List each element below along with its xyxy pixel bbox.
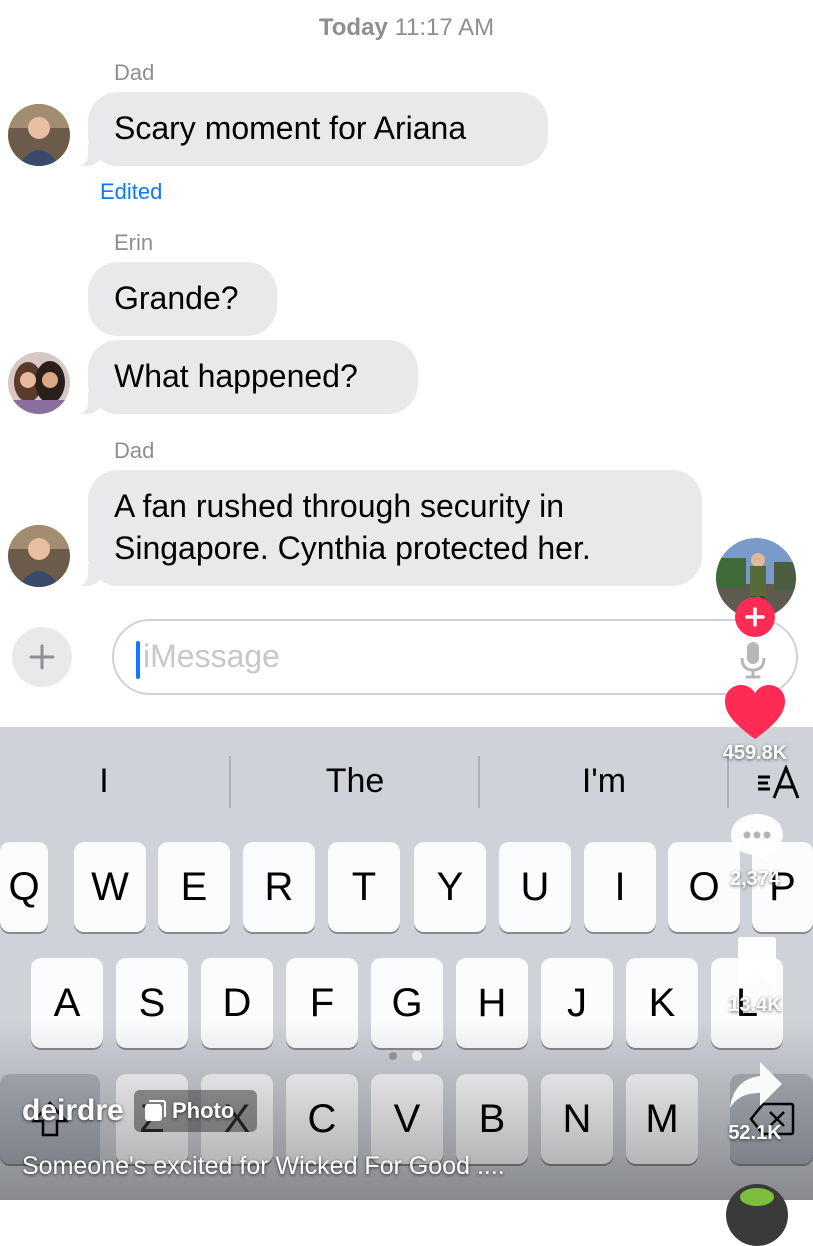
- bookmark-icon: [738, 937, 776, 988]
- suggestion-3[interactable]: I'm: [504, 762, 704, 801]
- message-bubble[interactable]: What happened?: [75, 340, 418, 414]
- suggestion-divider: [478, 756, 480, 808]
- key-w[interactable]: W: [74, 842, 146, 932]
- post-type-label: Photo: [172, 1098, 235, 1123]
- comment-icon: [731, 814, 783, 863]
- music-disc[interactable]: [726, 1184, 788, 1246]
- avatar-dad[interactable]: [8, 525, 70, 587]
- save-count: 13.4K: [728, 994, 782, 1016]
- suggestion-1[interactable]: I: [4, 762, 204, 801]
- sender-name: Erin: [114, 230, 154, 255]
- key-t[interactable]: T: [328, 842, 400, 932]
- suggestion-divider: [229, 756, 231, 808]
- creator-username[interactable]: deirdre: [22, 1094, 124, 1128]
- post-caption[interactable]: Someone's excited for Wicked For Good ..…: [22, 1152, 505, 1181]
- message-bubble[interactable]: Scary moment for Ariana: [75, 92, 548, 166]
- add-attachment-button[interactable]: [12, 627, 72, 687]
- share-arrow-icon: [730, 1062, 782, 1108]
- message-timestamp: Today 11:17 AM: [0, 14, 813, 42]
- message-text: What happened?: [114, 358, 358, 395]
- like-button[interactable]: [723, 683, 787, 743]
- plus-icon: [29, 644, 55, 670]
- plus-icon: [745, 607, 765, 627]
- like-count: 459.8K: [722, 742, 788, 764]
- avatar-dad[interactable]: [8, 104, 70, 166]
- edited-label[interactable]: Edited: [100, 179, 162, 205]
- photo-icon: [145, 1100, 166, 1121]
- key-u[interactable]: U: [499, 842, 571, 932]
- timestamp-time: 11:17 AM: [394, 14, 495, 41]
- text-cursor: [136, 641, 140, 679]
- key-r[interactable]: R: [243, 842, 315, 932]
- share-count: 52.1K: [728, 1122, 782, 1144]
- post-type-badge: Photo: [134, 1090, 257, 1132]
- microphone-icon[interactable]: [738, 640, 768, 680]
- sender-name: Dad: [114, 438, 155, 463]
- message-bubble[interactable]: Grande?: [88, 262, 277, 336]
- key-e[interactable]: E: [158, 842, 230, 932]
- key-q[interactable]: Q: [0, 842, 48, 932]
- message-text: A fan rushed through security in Singapo…: [114, 488, 591, 566]
- share-button[interactable]: [728, 1058, 784, 1112]
- message-input-placeholder: iMessage: [143, 638, 280, 674]
- key-y[interactable]: Y: [414, 842, 486, 932]
- save-button[interactable]: [734, 936, 780, 990]
- heart-icon: [725, 685, 785, 739]
- message-bubble[interactable]: A fan rushed through security in Singapo…: [75, 470, 702, 586]
- avatar-erin[interactable]: [8, 352, 70, 414]
- message-text: Grande?: [114, 280, 239, 317]
- sender-name: Dad: [114, 60, 155, 85]
- key-i[interactable]: I: [584, 842, 656, 932]
- follow-button[interactable]: [735, 597, 775, 637]
- comment-count: 2,374: [729, 868, 781, 890]
- timestamp-day: Today: [318, 14, 388, 41]
- text-format-icon[interactable]: [756, 763, 804, 801]
- comment-button[interactable]: [728, 810, 786, 866]
- message-text: Scary moment for Ariana: [114, 110, 467, 147]
- suggestion-2[interactable]: The: [255, 762, 455, 801]
